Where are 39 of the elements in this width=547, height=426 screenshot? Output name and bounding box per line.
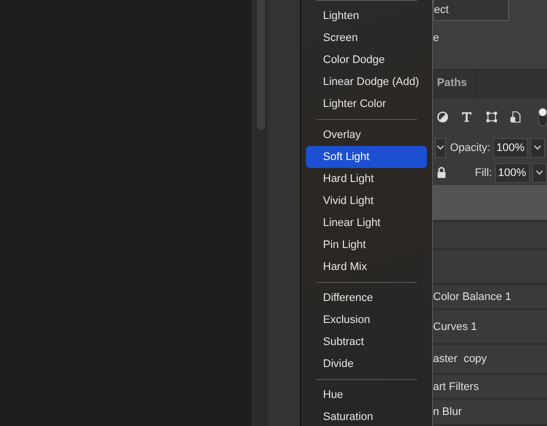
menu-item[interactable]: Lighter Color	[306, 93, 427, 115]
toggle-switch[interactable]	[538, 106, 547, 126]
transform-icon[interactable]	[486, 110, 498, 122]
fill-label: Fill:	[474, 166, 492, 178]
document-icon[interactable]	[510, 110, 521, 122]
menu-item[interactable]: Color Dodge	[306, 49, 427, 71]
menu-item[interactable]: Vivid Light	[306, 190, 427, 212]
type-icon[interactable]	[461, 110, 473, 122]
text-field[interactable]: ect	[433, 0, 509, 21]
dropdown-caret[interactable]	[532, 162, 547, 182]
menu-item[interactable]: Linear Dodge (Add)	[306, 71, 427, 93]
opacity-field[interactable]: 100%	[493, 138, 528, 158]
menu-item[interactable]: Pin Light	[306, 234, 427, 256]
option-label: e	[433, 32, 440, 44]
menu-item[interactable]: Lighten	[306, 5, 427, 27]
menu-item[interactable]: Hue	[306, 384, 427, 406]
layer-row[interactable]: aster copy	[433, 345, 547, 375]
menu-item[interactable]: Screen	[306, 27, 427, 49]
dropdown-caret[interactable]	[435, 138, 446, 158]
menu-item[interactable]: Exclusion	[306, 309, 427, 331]
menu-item[interactable]: Soft Light	[306, 146, 427, 168]
menu-item[interactable]: Hard Light	[306, 168, 427, 190]
menu-item[interactable]: Divide	[306, 353, 427, 375]
layer-row[interactable]: Color Balance 1	[433, 285, 547, 310]
layer-row[interactable]: art Filters	[433, 375, 547, 400]
menu-item[interactable]: Difference	[306, 287, 427, 309]
half-circle-icon[interactable]	[437, 110, 448, 122]
menu-item[interactable]: Hard Mix	[306, 256, 427, 278]
fill-field[interactable]: 100%	[495, 162, 530, 182]
menu-item[interactable]: Overlay	[306, 124, 427, 146]
opacity-label: Opacity:	[450, 142, 490, 154]
layer-row[interactable]: Curves 1	[433, 310, 547, 345]
lock-icon[interactable]	[437, 167, 446, 178]
dropdown-caret[interactable]	[530, 138, 546, 158]
menu-item[interactable]: Linear Light	[306, 212, 427, 234]
menu-item[interactable]: Saturation	[306, 406, 427, 426]
tab[interactable]: Paths	[433, 70, 476, 97]
layer-row[interactable]: n Blur	[433, 400, 547, 426]
menu-item[interactable]: Subtract	[306, 331, 427, 353]
